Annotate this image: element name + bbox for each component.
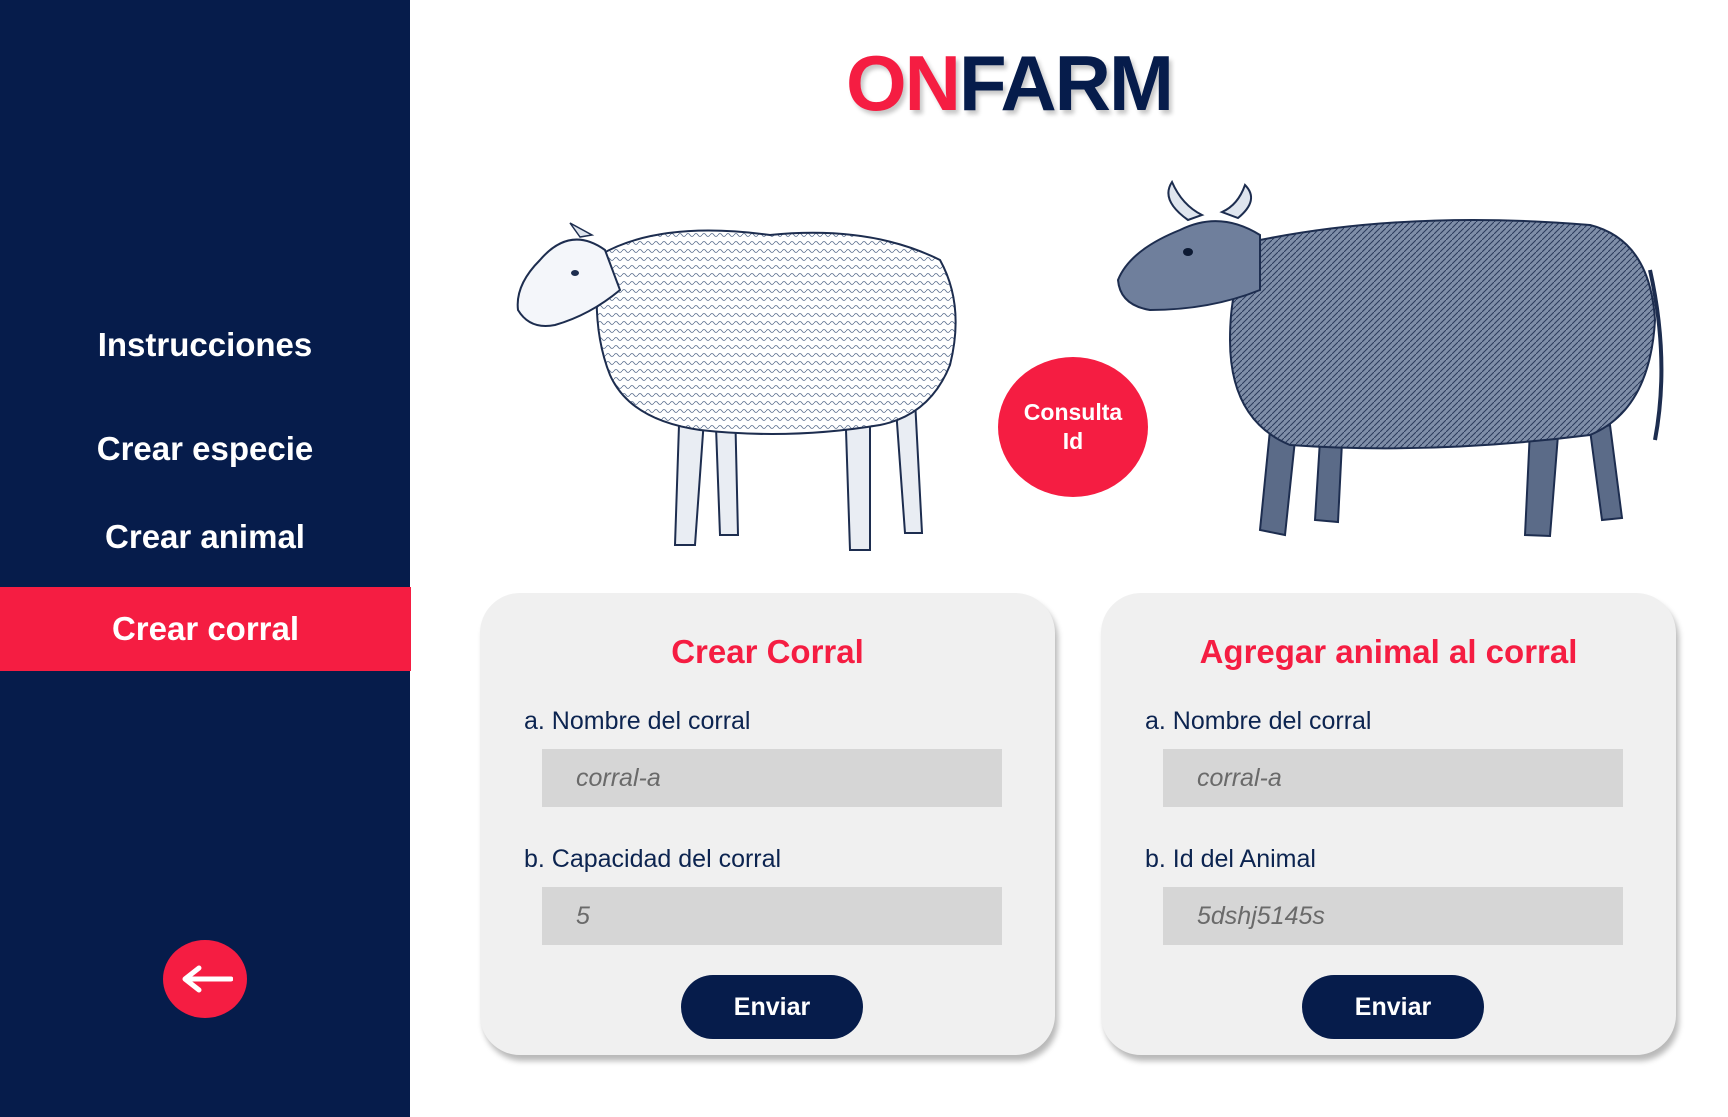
agregar-animal-submit-button[interactable]: Enviar — [1302, 975, 1484, 1039]
nombre-corral-input[interactable] — [542, 749, 1002, 807]
arrow-left-icon — [182, 965, 233, 993]
agregar-animal-title: Agregar animal al corral — [1199, 633, 1578, 670]
sidebar: Instrucciones Crear especie Crear animal… — [0, 0, 411, 1117]
brand-logo: ONFARM — [846, 38, 1174, 129]
capacidad-corral-input[interactable] — [542, 887, 1002, 945]
back-button[interactable] — [163, 940, 247, 1018]
sidebar-item-instrucciones[interactable]: Instrucciones — [0, 326, 410, 364]
sidebar-item-crear-animal[interactable]: Crear animal — [0, 518, 410, 556]
crear-corral-submit-button[interactable]: Enviar — [681, 975, 863, 1039]
nombre-corral-input-2[interactable] — [1163, 749, 1623, 807]
crear-corral-card: Crear Corral a. Nombre del corral b. Cap… — [480, 593, 1055, 1055]
id-animal-input[interactable] — [1163, 887, 1623, 945]
logo-farm: FARM — [959, 39, 1174, 127]
id-animal-label: b. Id del Animal — [1145, 845, 1316, 873]
consulta-id-button[interactable]: Consulta Id — [998, 357, 1148, 497]
consulta-id-line2: Id — [1062, 428, 1084, 454]
nombre-corral-label-2: a. Nombre del corral — [1145, 707, 1372, 735]
nombre-corral-label: a. Nombre del corral — [524, 707, 751, 735]
bull-illustration — [1116, 180, 1664, 538]
sidebar-item-crear-corral[interactable]: Crear corral — [0, 587, 411, 671]
agregar-animal-card: Agregar animal al corral a. Nombre del c… — [1101, 593, 1676, 1055]
capacidad-corral-label: b. Capacidad del corral — [524, 845, 782, 873]
crear-corral-title: Crear Corral — [671, 633, 864, 670]
logo-on: ON — [846, 39, 961, 127]
sheep-illustration — [516, 222, 957, 551]
sidebar-item-crear-especie[interactable]: Crear especie — [0, 430, 410, 468]
consulta-id-line1: Consulta — [1023, 399, 1123, 425]
